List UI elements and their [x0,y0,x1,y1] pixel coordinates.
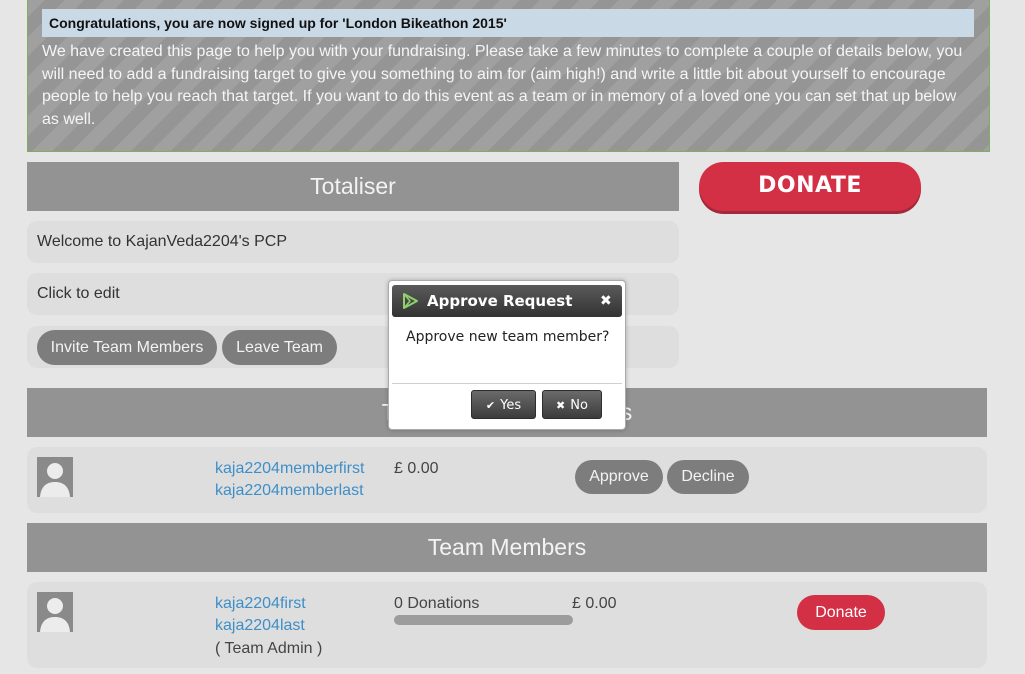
no-button[interactable]: ✖ No [542,390,602,419]
member-first-name-link[interactable]: kaja2204first [215,595,306,613]
checkmark-icon: ✔ [485,399,496,412]
close-icon: ✖ [556,399,566,412]
avatar [37,592,73,632]
yes-button[interactable]: ✔ Yes [471,390,536,419]
member-donations-count: 0 Donations [394,595,480,612]
close-icon[interactable]: ✖ [600,293,612,309]
leave-team-button[interactable]: Leave Team [222,330,337,365]
donate-button[interactable]: DONATE [699,162,921,211]
request-amount: £ 0.00 [394,460,439,477]
dialog-title: Approve Request [427,292,573,310]
member-last-name-link[interactable]: kaja2204last [215,617,305,635]
decline-button[interactable]: Decline [667,460,749,494]
banner-text: We have created this page to help you wi… [42,43,963,129]
member-donate-button[interactable]: Donate [797,595,885,630]
invite-team-members-button[interactable]: Invite Team Members [37,330,217,365]
welcome-text[interactable]: Welcome to KajanVeda2204's PCP [37,233,287,251]
approve-button[interactable]: Approve [575,460,663,494]
play-icon [401,292,419,314]
member-role: ( Team Admin ) [215,640,323,657]
request-row [27,447,987,513]
avatar [37,457,73,497]
totaliser-header: Totaliser [27,162,679,211]
request-member-first-name-link[interactable]: kaja2204memberfirst [215,460,364,478]
team-members-header: Team Members [27,523,987,572]
dialog-message: Approve new team member? [406,329,610,345]
click-to-edit-text[interactable]: Click to edit [37,285,120,303]
banner-title: Congratulations, you are now signed up f… [42,9,974,37]
no-label: No [570,398,588,413]
request-member-last-name-link[interactable]: kaja2204memberlast [215,482,364,500]
dialog-titlebar: Approve Request ✖ [392,285,622,317]
member-progress-bar [394,615,573,625]
dialog-divider [392,383,622,384]
member-amount: £ 0.00 [572,595,617,612]
yes-label: Yes [500,398,522,413]
